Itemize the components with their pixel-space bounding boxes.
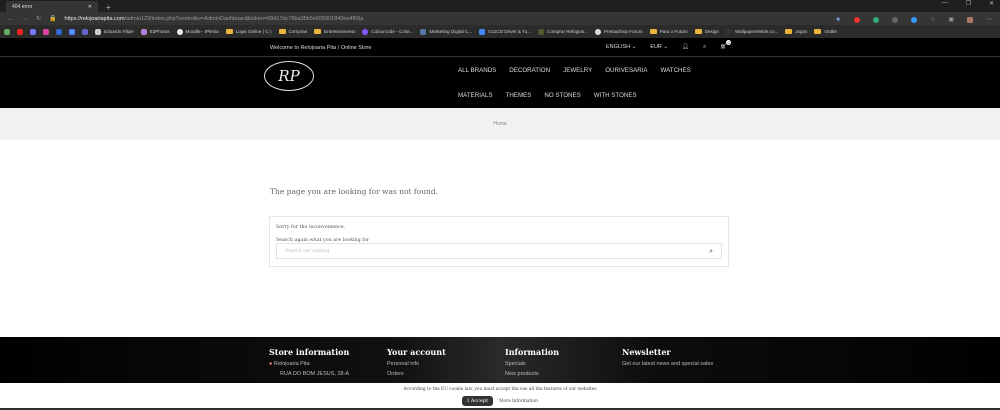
bookmark-icon[interactable] xyxy=(4,28,10,35)
bookmark[interactable]: G11CD Driver & Tu... xyxy=(479,28,531,35)
footer-heading: Information xyxy=(505,347,560,357)
nav-with-stones[interactable]: WITH STONES xyxy=(594,92,637,99)
store-address: RUA DO BOM JESUS, 28-A xyxy=(280,371,350,377)
store-logo[interactable]: RP xyxy=(264,61,314,91)
lock-icon: 🔒 xyxy=(49,16,57,22)
welcome-text: Welcome to Relojoaria Pita / Online Stor… xyxy=(270,45,372,51)
favorites-icon[interactable]: ☆ xyxy=(930,16,935,23)
footer-heading: Store information xyxy=(269,347,350,357)
site-topbar: Welcome to Relojoaria Pita / Online Stor… xyxy=(0,38,1000,57)
bookmark-icon[interactable] xyxy=(82,28,88,35)
bookmark[interactable]: PrestaShop Forum xyxy=(595,28,643,35)
currency-selector[interactable]: EUR ⌄ xyxy=(650,44,668,51)
search-input[interactable]: Search our catalog ⌕ xyxy=(276,243,722,259)
close-tab-icon[interactable]: ✕ xyxy=(88,4,92,10)
bookmark-icon[interactable] xyxy=(43,28,49,35)
collections-icon[interactable]: ▣ xyxy=(948,16,954,23)
extension-icon[interactable] xyxy=(872,16,879,23)
maximize-icon[interactable]: ❐ xyxy=(966,0,971,7)
back-icon[interactable]: ← xyxy=(8,16,14,22)
language-selector[interactable]: ENGLISH ⌄ xyxy=(606,44,636,51)
menu-icon[interactable]: ⋯ xyxy=(986,16,992,23)
bookmark[interactable]: Moodle - IPleiria xyxy=(176,28,219,35)
bookmark[interactable]: EdPhotos xyxy=(140,28,170,35)
location-pin-icon: ● xyxy=(269,361,273,367)
cart-icon[interactable]: 🛒︎ 0 xyxy=(720,40,732,51)
bookmark-icon[interactable] xyxy=(56,28,62,35)
nav-all-brands[interactable]: ALL BRANDS xyxy=(458,67,496,74)
bookmark[interactable]: Comprar Relógios... xyxy=(538,28,588,35)
store-name: ● Relojoaria Pita xyxy=(269,361,310,367)
browser-tabbar: 404 error ✕ + — ❐ ✕ xyxy=(0,0,1000,12)
not-found-box: Sorry for the inconvenience. Search agai… xyxy=(269,216,729,267)
bookmark-icon[interactable] xyxy=(69,28,75,35)
sorry-text: Sorry for the inconvenience. xyxy=(276,225,346,230)
footer-link[interactable]: New products xyxy=(505,371,559,377)
cookie-banner: According to the EU cookie law, you must… xyxy=(0,383,1000,410)
footer-heading: Newsletter xyxy=(622,347,671,357)
main-nav: RP ALL BRANDS DECORATION JEWELRY OURIVES… xyxy=(0,57,1000,108)
breadcrumb: Home xyxy=(0,108,1000,140)
footer-heading: Your account xyxy=(387,347,446,357)
profile-avatar[interactable] xyxy=(967,16,973,23)
nav-watches[interactable]: WATCHES xyxy=(661,67,691,74)
breadcrumb-home[interactable]: Home xyxy=(493,121,506,127)
cookie-text: According to the EU cookie law, you must… xyxy=(403,387,597,392)
extensions: ★ ☆ ▣ ⋯ xyxy=(836,13,992,26)
page-title: The page you are looking for was not fou… xyxy=(270,187,439,196)
new-tab-button[interactable]: + xyxy=(106,3,111,12)
bookmark-folder[interactable]: Jogos xyxy=(785,29,807,34)
nav-themes[interactable]: THEMES xyxy=(506,92,532,99)
bookmark-folder[interactable]: Lojas Online ( C ) xyxy=(225,29,272,34)
close-window-icon[interactable]: ✕ xyxy=(989,0,994,7)
footer-link[interactable]: Specials xyxy=(505,361,559,367)
bookmark-icon[interactable] xyxy=(30,28,36,35)
bookmark-folder[interactable]: Para o Futuro xyxy=(649,29,688,34)
bookmark-folder[interactable]: Entretenimento xyxy=(314,29,355,34)
nav-materials[interactable]: MATERIALS xyxy=(458,92,493,99)
newsletter-text: Get our latest news and special sales xyxy=(622,361,714,367)
star-icon[interactable]: ★ xyxy=(836,16,841,23)
address-bar: ← → ↻ 🔒 https://relojoariapita.com/admin123… xyxy=(0,12,1000,25)
minimize-icon[interactable]: — xyxy=(942,0,948,7)
extension-icon[interactable] xyxy=(853,16,860,23)
bookmark[interactable]: Colourcode - Color... xyxy=(362,28,413,35)
bookmark-icon[interactable] xyxy=(17,28,23,35)
url-input[interactable]: https://relojoariapita.com/admin123/inde… xyxy=(65,16,364,22)
user-icon[interactable]: 👤︎ xyxy=(682,44,689,51)
nav-no-stones[interactable]: NO STONES xyxy=(544,92,580,99)
accept-cookies-button[interactable]: I Accept xyxy=(462,396,494,406)
nav-jewelry[interactable]: JEWELRY xyxy=(563,67,592,74)
bookmark[interactable]: Eduardo Filipe xyxy=(95,28,134,35)
bookmark[interactable]: WallpapersWide.co... xyxy=(725,28,778,35)
nav-ourivesaria[interactable]: OURIVESARIA xyxy=(605,67,647,74)
bookmark-folder[interactable]: Outlet xyxy=(814,29,837,34)
search-icon[interactable]: ⌕ xyxy=(709,247,713,256)
extension-icon[interactable] xyxy=(910,16,917,23)
search-icon[interactable]: ⌕ xyxy=(703,44,706,51)
footer-link[interactable]: Personal info xyxy=(387,361,446,367)
more-information-link[interactable]: More Information xyxy=(499,399,538,404)
cart-count-badge: 0 xyxy=(726,40,732,45)
bookmark-folder[interactable]: Compras xyxy=(278,29,307,34)
footer: Store information ● Relojoaria Pita RUA … xyxy=(0,337,1000,383)
footer-link[interactable]: Orders xyxy=(387,371,446,377)
reload-icon[interactable]: ↻ xyxy=(36,15,41,22)
nav-decoration[interactable]: DECORATION xyxy=(509,67,550,74)
forward-icon[interactable]: → xyxy=(22,16,28,22)
bookmark[interactable]: Marketing Digital C... xyxy=(420,28,472,35)
bookmarks-bar: Eduardo Filipe EdPhotos Moodle - IPleiri… xyxy=(0,25,1000,38)
browser-tab[interactable]: 404 error ✕ xyxy=(6,1,98,12)
extension-icon[interactable] xyxy=(891,16,898,23)
bookmark-folder[interactable]: Design xyxy=(694,29,719,34)
